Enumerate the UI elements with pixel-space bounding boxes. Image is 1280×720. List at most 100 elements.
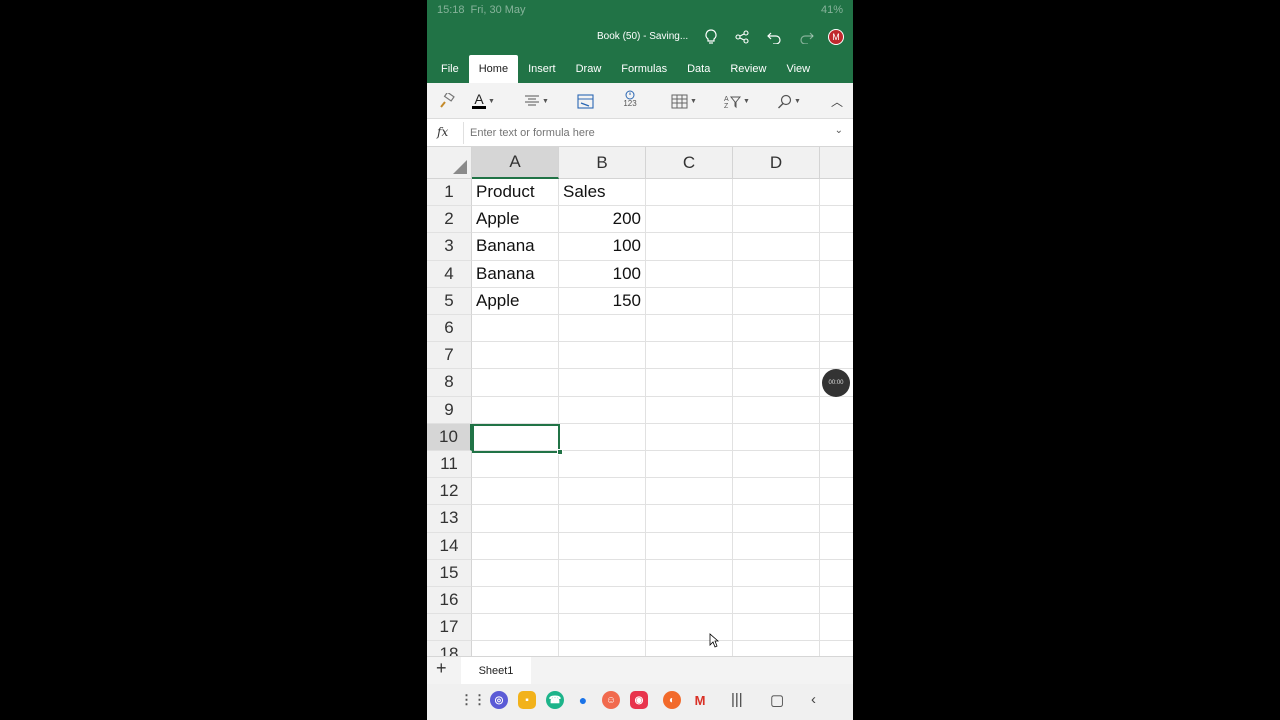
- back-icon[interactable]: ‹: [811, 691, 816, 708]
- search-button[interactable]: ▼: [777, 92, 801, 110]
- cell-b6[interactable]: [559, 315, 646, 343]
- folder-icon[interactable]: ▪: [518, 691, 536, 709]
- cell-e1[interactable]: [820, 179, 853, 207]
- cell-a2[interactable]: Apple: [472, 206, 559, 234]
- cell-b17[interactable]: [559, 614, 646, 642]
- recording-timer-badge[interactable]: 00:00: [822, 369, 850, 397]
- cell-b8[interactable]: [559, 369, 646, 397]
- cell-d4[interactable]: [733, 260, 820, 288]
- cell-b4[interactable]: 100: [559, 260, 646, 288]
- row-header-12[interactable]: 12: [427, 478, 472, 506]
- active-cell-a10[interactable]: [472, 424, 560, 453]
- phone-app-icon[interactable]: ☎: [546, 691, 564, 709]
- row-header-2[interactable]: 2: [427, 206, 472, 234]
- messages-icon[interactable]: ●: [574, 691, 592, 709]
- row-header-7[interactable]: 7: [427, 342, 472, 370]
- cell-d9[interactable]: [733, 396, 820, 424]
- column-header-b[interactable]: B: [559, 147, 646, 179]
- sheet-tab-sheet1[interactable]: Sheet1: [461, 657, 531, 684]
- row-header-6[interactable]: 6: [427, 315, 472, 343]
- document-title[interactable]: Book (50) - Saving...: [597, 31, 688, 42]
- row-header-17[interactable]: 17: [427, 614, 472, 642]
- cell-c2[interactable]: [646, 206, 733, 234]
- cell-e13[interactable]: [820, 505, 853, 533]
- tab-view[interactable]: View: [776, 55, 820, 83]
- cell-a16[interactable]: [472, 587, 559, 615]
- cell-a4[interactable]: Banana: [472, 260, 559, 288]
- tab-insert[interactable]: Insert: [518, 55, 566, 83]
- cell-b9[interactable]: [559, 396, 646, 424]
- cell-e4[interactable]: [820, 261, 853, 288]
- cell-c12[interactable]: [646, 478, 733, 506]
- cell-b10[interactable]: [559, 423, 646, 451]
- tab-formulas[interactable]: Formulas: [611, 55, 677, 83]
- row-header-10[interactable]: 10: [427, 423, 472, 451]
- internet-browser-icon[interactable]: ◎: [490, 691, 508, 709]
- cell-c9[interactable]: [646, 396, 733, 424]
- cell-a11[interactable]: [472, 451, 559, 479]
- cell-a12[interactable]: [472, 478, 559, 506]
- cell-c6[interactable]: [646, 315, 733, 343]
- cell-b3[interactable]: 100: [559, 233, 646, 261]
- cell-a7[interactable]: [472, 342, 559, 370]
- cell-c15[interactable]: [646, 559, 733, 587]
- cell-b5[interactable]: 150: [559, 287, 646, 315]
- row-header-8[interactable]: 8: [427, 369, 472, 397]
- fx-icon[interactable]: fx: [437, 125, 448, 139]
- cell-c1[interactable]: [646, 179, 733, 207]
- add-sheet-button[interactable]: +: [436, 658, 447, 679]
- cell-b1[interactable]: Sales: [559, 179, 646, 207]
- cell-d16[interactable]: [733, 587, 820, 615]
- tab-home[interactable]: Home: [468, 55, 519, 83]
- undo-icon[interactable]: [765, 28, 783, 46]
- chevron-down-icon[interactable]: ⌄: [835, 125, 843, 136]
- cell-d11[interactable]: [733, 451, 820, 479]
- screen-recorder-icon[interactable]: ◐: [663, 691, 681, 709]
- cell-c4[interactable]: [646, 260, 733, 288]
- tab-review[interactable]: Review: [720, 55, 776, 83]
- cell-c17[interactable]: [646, 614, 733, 642]
- cell-b2[interactable]: 200: [559, 206, 646, 234]
- cell-a1[interactable]: Product: [472, 179, 559, 207]
- cell-e2[interactable]: [820, 206, 853, 234]
- cell-a14[interactable]: [472, 532, 559, 560]
- cell-b7[interactable]: [559, 342, 646, 370]
- cell-a5[interactable]: Apple: [472, 287, 559, 315]
- camera-icon[interactable]: ◉: [630, 691, 648, 709]
- cell-e16[interactable]: [820, 587, 853, 615]
- cell-a15[interactable]: [472, 559, 559, 587]
- cell-d8[interactable]: [733, 369, 820, 397]
- format-painter-icon[interactable]: [439, 92, 455, 110]
- cell-d3[interactable]: [733, 233, 820, 261]
- row-header-15[interactable]: 15: [427, 559, 472, 587]
- row-header-11[interactable]: 11: [427, 451, 472, 479]
- cell-c13[interactable]: [646, 505, 733, 533]
- sort-filter-button[interactable]: AZ ▼: [724, 92, 750, 110]
- column-header-partial[interactable]: [820, 147, 853, 179]
- share-icon[interactable]: [733, 28, 751, 46]
- row-header-3[interactable]: 3: [427, 233, 472, 261]
- cell-a18[interactable]: [472, 641, 559, 656]
- collapse-ribbon-button[interactable]: ︿: [831, 92, 843, 110]
- cell-e5[interactable]: [820, 288, 853, 315]
- row-header-9[interactable]: 9: [427, 396, 472, 424]
- cell-a13[interactable]: [472, 505, 559, 533]
- cell-d17[interactable]: [733, 614, 820, 642]
- cell-c16[interactable]: [646, 587, 733, 615]
- cell-a8[interactable]: [472, 369, 559, 397]
- cell-b12[interactable]: [559, 478, 646, 506]
- cell-c5[interactable]: [646, 287, 733, 315]
- cell-a9[interactable]: [472, 396, 559, 424]
- tab-file[interactable]: File: [431, 55, 469, 83]
- app-drawer-icon[interactable]: ⋮⋮: [460, 691, 486, 709]
- cell-e7[interactable]: [820, 342, 853, 370]
- row-header-4[interactable]: 4: [427, 260, 472, 288]
- lightbulb-icon[interactable]: [702, 28, 720, 46]
- cell-c14[interactable]: [646, 532, 733, 560]
- user-avatar[interactable]: M: [828, 29, 844, 45]
- row-header-18[interactable]: 18: [427, 641, 472, 656]
- cell-e6[interactable]: [820, 315, 853, 343]
- column-header-d[interactable]: D: [733, 147, 820, 179]
- select-all-button[interactable]: [427, 147, 472, 179]
- tab-draw[interactable]: Draw: [566, 55, 612, 83]
